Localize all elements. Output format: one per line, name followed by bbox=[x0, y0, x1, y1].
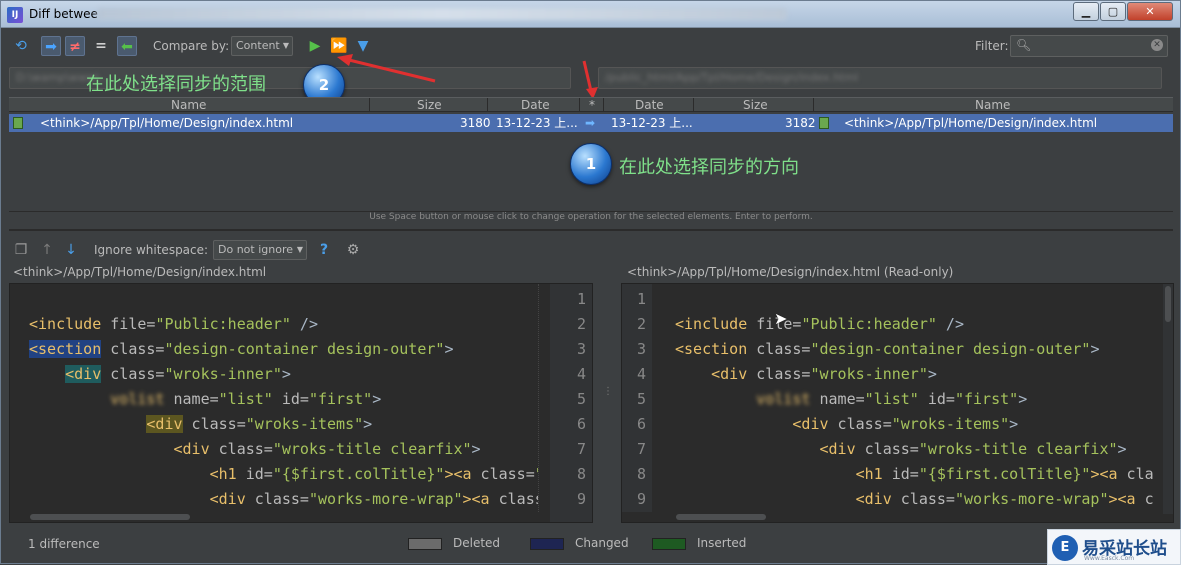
left-vertical-scrollbar[interactable] bbox=[538, 284, 548, 514]
chevron-down-icon: ▼ bbox=[296, 245, 303, 254]
ignore-whitespace-value: Do not ignore bbox=[218, 243, 293, 256]
title-bar: IJ Diff betwee ▁ ▢ ✕ bbox=[1, 1, 1180, 28]
search-icon: 🔍︎ bbox=[1016, 38, 1032, 52]
right-code: <include file="Public:header" /> <sectio… bbox=[675, 315, 1154, 522]
left-horizontal-scrollbar[interactable] bbox=[10, 512, 550, 522]
watermark-sub: Www.Easck.Com bbox=[1084, 555, 1135, 562]
show-right-arrow-icon[interactable]: ➡ bbox=[41, 36, 61, 56]
left-code: <include file="Public:header" /> <sectio… bbox=[29, 315, 544, 522]
blurred-title-path bbox=[97, 8, 787, 20]
right-vertical-scrollbar[interactable] bbox=[1163, 284, 1173, 514]
prev-diff-icon[interactable]: ↑ bbox=[37, 240, 57, 260]
col-left-name[interactable]: Name bbox=[171, 98, 206, 112]
refresh-icon[interactable]: ⟲ bbox=[11, 36, 31, 56]
table-row[interactable]: <think>/App/Tpl/Home/Design/index.html 3… bbox=[9, 114, 1173, 132]
right-editor[interactable]: 123456789 <include file="Public:header" … bbox=[621, 283, 1174, 523]
clear-icon[interactable]: ✕ bbox=[1151, 39, 1163, 51]
ignore-whitespace-select[interactable]: Do not ignore ▼ bbox=[213, 240, 307, 260]
left-line-numbers: 123456789 bbox=[550, 284, 592, 522]
right-path-field[interactable]: /public_html/App/Tpl/Home/Design/index.h… bbox=[598, 67, 1162, 89]
filter-label: Filter: bbox=[975, 39, 1009, 53]
app-icon: IJ bbox=[7, 7, 23, 23]
legend-deleted-swatch bbox=[408, 538, 442, 550]
minimize-button[interactable]: ▁ bbox=[1073, 2, 1099, 21]
synchronize-selected-icon[interactable]: ▶ bbox=[305, 36, 325, 56]
row-left-name: <think>/App/Tpl/Home/Design/index.html bbox=[40, 116, 294, 130]
col-right-name[interactable]: Name bbox=[975, 98, 1010, 112]
left-editor[interactable]: <include file="Public:header" /> <sectio… bbox=[9, 283, 593, 523]
col-left-date[interactable]: Date bbox=[521, 98, 550, 112]
red-arrow-direction bbox=[582, 60, 598, 99]
show-left-arrow-icon[interactable]: ⬅ bbox=[117, 36, 137, 56]
left-panel-title: <think>/App/Tpl/Home/Design/index.html bbox=[13, 265, 267, 279]
copy-icon[interactable]: ❐ bbox=[11, 240, 31, 260]
splitter[interactable] bbox=[9, 229, 1173, 231]
compare-by-select[interactable]: Content ▼ bbox=[231, 36, 293, 56]
watermark-icon: E bbox=[1052, 535, 1078, 561]
mouse-cursor-icon: ➤ bbox=[774, 309, 788, 328]
row-left-date: 13-12-23 上... bbox=[496, 116, 578, 130]
file-table-header: Name Size Date * Date Size Name bbox=[9, 97, 1173, 112]
right-line-numbers: 123456789 bbox=[622, 284, 652, 522]
sync-direction-arrow-icon[interactable]: ➡ bbox=[585, 114, 595, 132]
close-button[interactable]: ✕ bbox=[1127, 2, 1173, 21]
right-horizontal-scrollbar[interactable] bbox=[622, 512, 1163, 522]
diff-window: IJ Diff betwee ▁ ▢ ✕ ⟲ ➡ ≠ = ⬅ Compare b… bbox=[0, 0, 1181, 565]
row-left-size: 3180 bbox=[460, 116, 491, 130]
row-right-date: 13-12-23 上... bbox=[611, 116, 693, 130]
col-left-size[interactable]: Size bbox=[417, 98, 442, 112]
legend-inserted-label: Inserted bbox=[697, 536, 747, 550]
html-file-icon bbox=[13, 117, 23, 129]
chevron-down-icon: ▼ bbox=[282, 41, 289, 50]
difference-count: 1 difference bbox=[28, 537, 100, 551]
col-operation[interactable]: * bbox=[589, 98, 595, 112]
compare-by-label: Compare by: bbox=[153, 39, 230, 53]
html-file-icon bbox=[819, 117, 829, 129]
red-arrow-range bbox=[337, 54, 436, 83]
filter-input[interactable]: 🔍︎ ✕ bbox=[1010, 35, 1168, 57]
legend-inserted-swatch bbox=[652, 538, 686, 550]
main-toolbar: ⟲ ➡ ≠ = ⬅ Compare by: Content ▼ ▶ ⏩ ▼ Fil… bbox=[9, 34, 1175, 58]
col-right-size[interactable]: Size bbox=[743, 98, 768, 112]
note-sync-range: 在此处选择同步的范围 bbox=[86, 74, 266, 95]
note-sync-direction: 在此处选择同步的方向 bbox=[619, 157, 799, 178]
gear-icon[interactable]: ⚙ bbox=[343, 240, 363, 260]
compare-by-value: Content bbox=[236, 39, 280, 52]
next-diff-icon[interactable]: ↓ bbox=[61, 240, 81, 260]
hint-text: Use Space button or mouse click to chang… bbox=[9, 211, 1173, 225]
maximize-button[interactable]: ▢ bbox=[1100, 2, 1126, 21]
row-right-name: <think>/App/Tpl/Home/Design/index.html bbox=[844, 116, 1098, 130]
badge-1: 1 bbox=[570, 143, 612, 185]
show-different-icon[interactable]: ≠ bbox=[65, 36, 85, 56]
right-path-text: /public_html/App/Tpl/Home/Design/index.h… bbox=[605, 71, 859, 84]
window-title: Diff betwee bbox=[29, 7, 98, 21]
right-panel-title: <think>/App/Tpl/Home/Design/index.html (… bbox=[627, 265, 954, 279]
ignore-whitespace-label: Ignore whitespace: bbox=[94, 243, 209, 257]
panel-splitter-handle[interactable]: ⋮ bbox=[603, 386, 613, 397]
help-icon[interactable]: ? bbox=[314, 240, 334, 260]
col-right-date[interactable]: Date bbox=[635, 98, 664, 112]
legend-changed-swatch bbox=[530, 538, 564, 550]
legend-changed-label: Changed bbox=[575, 536, 629, 550]
show-equal-icon[interactable]: = bbox=[91, 36, 111, 56]
legend-deleted-label: Deleted bbox=[453, 536, 501, 550]
row-right-size: 3182 bbox=[785, 116, 816, 130]
diff-toolbar: ❐ ↑ ↓ Ignore whitespace: Do not ignore ▼ … bbox=[9, 238, 1173, 262]
watermark-logo: E 易采站长站 Www.Easck.Com bbox=[1047, 529, 1181, 565]
